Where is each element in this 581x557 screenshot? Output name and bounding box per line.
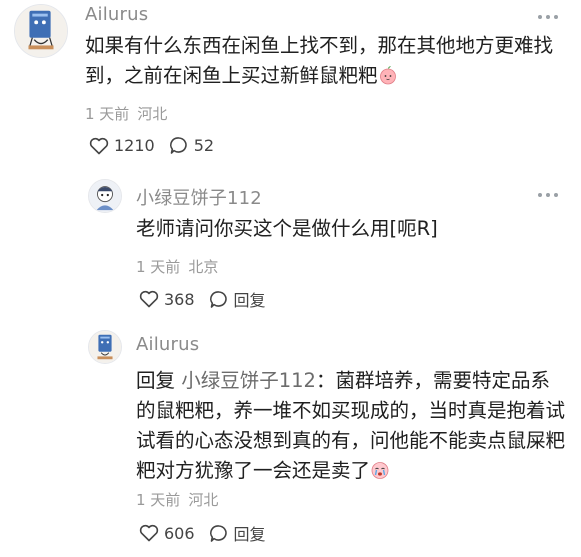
like-button[interactable]: 368 [139, 290, 195, 309]
reply-button[interactable]: 回复 [209, 287, 266, 311]
comment-meta: 1 天前 河北 [136, 489, 218, 510]
heart-icon [139, 290, 159, 308]
timestamp: 1 天前 [136, 258, 181, 276]
location: 北京 [188, 258, 219, 276]
peach-face-icon [379, 66, 396, 85]
cartoon-avatar-icon [89, 180, 121, 212]
comment-actions: 368 回复 [139, 287, 280, 311]
reply-count: 52 [193, 136, 215, 155]
like-count: 1210 [114, 136, 155, 155]
comment-meta: 1 天前 北京 [136, 256, 218, 277]
location: 河北 [188, 491, 219, 509]
more-options-icon[interactable] [537, 190, 559, 200]
blue-book-avatar-icon [89, 331, 121, 363]
comment-actions: 606 回复 [139, 521, 280, 545]
location: 河北 [137, 105, 168, 123]
timestamp: 1 天前 [136, 491, 181, 509]
reply-prefix: 回复 [136, 369, 176, 392]
avatar[interactable] [88, 330, 122, 364]
comment-bubble-icon [209, 524, 227, 542]
reply-button[interactable]: 回复 [209, 521, 266, 545]
comment-text-body: 如果有什么东西在闲鱼上找不到，那在其他地方更难找到，之前在闲鱼上买过新鲜鼠粑粑 [85, 34, 554, 87]
comment-bubble-icon [209, 290, 227, 308]
username[interactable]: Ailurus [85, 4, 148, 25]
heart-icon [139, 524, 159, 542]
like-count: 606 [164, 523, 195, 543]
like-button[interactable]: 606 [139, 524, 195, 543]
username[interactable]: Ailurus [136, 334, 199, 355]
more-options-icon[interactable] [537, 12, 559, 22]
comment-bubble-icon [169, 137, 187, 154]
avatar[interactable] [88, 179, 122, 213]
reply-count-button[interactable]: 52 [169, 136, 214, 155]
crying-face-icon [371, 462, 389, 479]
blue-book-avatar-icon [15, 5, 67, 57]
reply-label: 回复 [233, 525, 266, 544]
reply-label: 回复 [233, 291, 266, 310]
comment-text: 老师请问你买这个是做什么用[呃R] [136, 214, 566, 244]
comment-actions: 1210 52 [89, 136, 228, 155]
timestamp: 1 天前 [85, 105, 130, 123]
comment-meta: 1 天前 河北 [85, 103, 167, 124]
comment-text: 如果有什么东西在闲鱼上找不到，那在其他地方更难找到，之前在闲鱼上买过新鲜鼠粑粑 [85, 31, 565, 91]
comment-text-body: 老师请问你买这个是做什么用[呃R] [136, 217, 438, 240]
heart-icon [89, 137, 109, 154]
reply-target-username[interactable]: 小绿豆饼子112 [181, 369, 316, 392]
comment-text: 回复 小绿豆饼子112：菌群培养，需要特定品系的鼠粑粑，养一堆不如买现成的，当时… [136, 366, 566, 486]
like-count: 368 [164, 289, 195, 309]
like-button[interactable]: 1210 [89, 136, 155, 155]
avatar[interactable] [14, 4, 68, 58]
username[interactable]: 小绿豆饼子112 [136, 184, 262, 210]
